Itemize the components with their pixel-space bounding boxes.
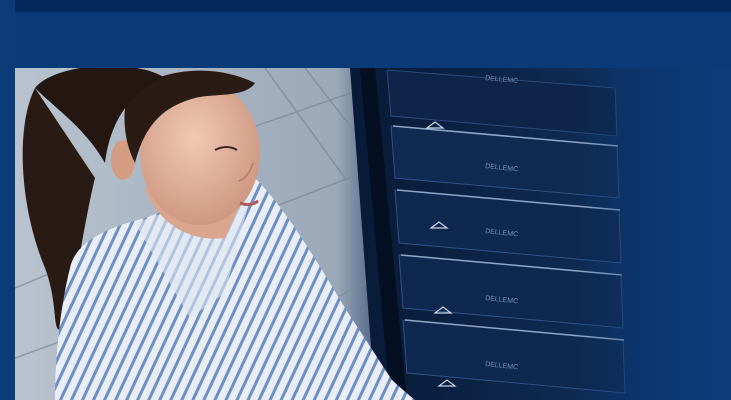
banner-band: [15, 12, 731, 68]
hero-illustration: DELLEMC DELLEMC DELLEMC DELLEMC DELLEMC: [15, 68, 731, 400]
page: DELLEMC DELLEMC DELLEMC DELLEMC DELLEMC: [0, 0, 731, 400]
server-rack: DELLEMC DELLEMC DELLEMC DELLEMC DELLEMC: [350, 68, 731, 400]
top-strip: [15, 0, 731, 12]
left-rail: [0, 0, 15, 400]
hero-image: DELLEMC DELLEMC DELLEMC DELLEMC DELLEMC: [15, 68, 731, 400]
